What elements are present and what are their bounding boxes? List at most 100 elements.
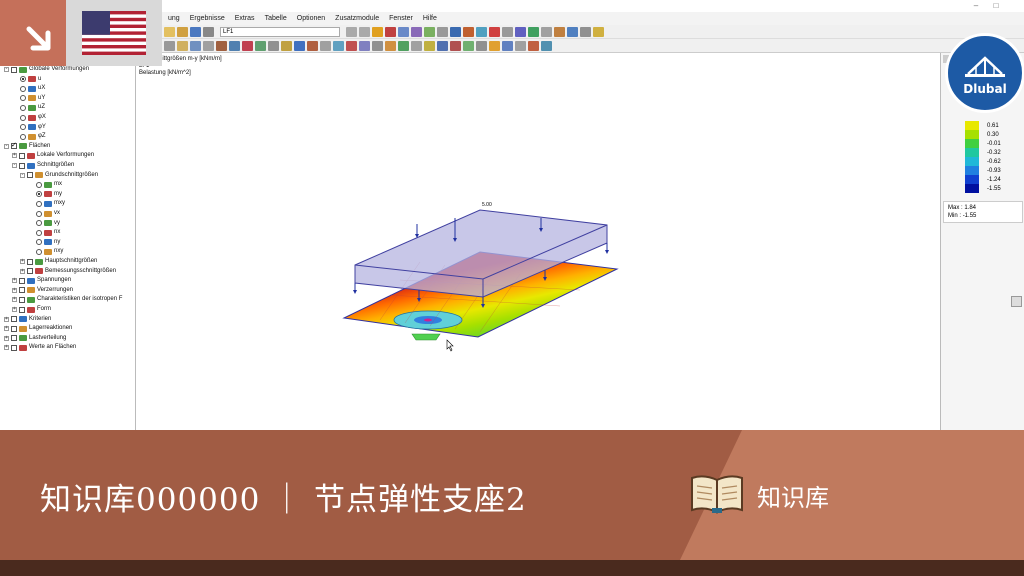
- checkbox[interactable]: [19, 287, 25, 294]
- toolbar-icon[interactable]: [528, 40, 539, 51]
- radio-button[interactable]: [36, 220, 42, 227]
- collapse-icon[interactable]: -: [12, 163, 17, 168]
- select-icon[interactable]: [502, 26, 513, 37]
- open-folder-icon[interactable]: [177, 26, 188, 37]
- zoom-panel-icon[interactable]: [1011, 296, 1022, 307]
- expand-icon[interactable]: +: [20, 268, 25, 274]
- toolbar-icon[interactable]: [424, 40, 435, 51]
- radio-button[interactable]: [20, 133, 26, 140]
- checkbox[interactable]: [19, 296, 25, 303]
- maximize-button[interactable]: □: [986, 0, 1006, 12]
- toolbar-icon[interactable]: [359, 40, 370, 51]
- tree-item[interactable]: vx: [36, 209, 60, 218]
- toolbar-icon[interactable]: [307, 40, 318, 51]
- radio-button[interactable]: [20, 85, 26, 92]
- tree-item[interactable]: + Hauptschnittgrößen: [20, 257, 97, 266]
- menu-item[interactable]: ung: [168, 15, 180, 22]
- checkbox[interactable]: [27, 268, 33, 275]
- toolbar-icon[interactable]: [476, 40, 487, 51]
- collapse-icon[interactable]: -: [20, 172, 25, 178]
- toolbar-icon[interactable]: [242, 40, 253, 51]
- checkbox[interactable]: [19, 277, 25, 284]
- expand-icon[interactable]: +: [12, 153, 17, 159]
- expand-icon[interactable]: +: [12, 278, 17, 284]
- menu-item[interactable]: Optionen: [297, 15, 325, 22]
- calculate-icon[interactable]: [385, 26, 396, 37]
- menu-item[interactable]: Zusatzmodule: [335, 15, 379, 22]
- print-icon[interactable]: [203, 26, 214, 37]
- expand-icon[interactable]: +: [4, 316, 9, 322]
- toolbar-icon[interactable]: [190, 40, 201, 51]
- expand-icon[interactable]: +: [4, 345, 9, 351]
- surface-icon[interactable]: [424, 26, 435, 37]
- tree-item[interactable]: + Verzerrungen: [12, 286, 73, 295]
- expand-icon[interactable]: +: [4, 326, 9, 332]
- toolbar-icon[interactable]: [385, 40, 396, 51]
- toolbar-icon[interactable]: [411, 40, 422, 51]
- expand-icon[interactable]: +: [4, 335, 9, 341]
- tree-item[interactable]: - Grundschnittgrößen: [20, 171, 98, 180]
- menu-item[interactable]: Hilfe: [423, 15, 437, 22]
- radio-button[interactable]: [36, 248, 42, 255]
- checkbox[interactable]: [11, 325, 17, 332]
- grid-icon[interactable]: [515, 26, 526, 37]
- zoom-icon[interactable]: [450, 26, 461, 37]
- checkbox[interactable]: [27, 258, 33, 265]
- radio-button[interactable]: [20, 124, 26, 131]
- next-icon[interactable]: [359, 26, 370, 37]
- toolbar-icon[interactable]: [268, 40, 279, 51]
- checkbox[interactable]: [19, 162, 25, 169]
- nodal-support[interactable]: [411, 333, 441, 341]
- expand-icon[interactable]: +: [20, 259, 25, 264]
- settings-icon[interactable]: [580, 26, 591, 37]
- tree-item[interactable]: uX: [20, 84, 45, 93]
- toolbar-icon[interactable]: [177, 40, 188, 51]
- toolbar-icon[interactable]: [320, 40, 331, 51]
- window-icon[interactable]: [567, 26, 578, 37]
- new-file-icon[interactable]: [164, 26, 175, 37]
- radio-button[interactable]: [20, 76, 26, 83]
- toolbar-icon[interactable]: [515, 40, 526, 51]
- tree-item[interactable]: u: [20, 75, 41, 84]
- tree-item[interactable]: nxy: [36, 247, 63, 256]
- line-icon[interactable]: [541, 26, 552, 37]
- checkbox[interactable]: [11, 316, 17, 323]
- menu-item[interactable]: Tabelle: [265, 15, 287, 22]
- collapse-icon[interactable]: -: [4, 67, 9, 72]
- expand-icon[interactable]: +: [12, 297, 17, 303]
- tree-item[interactable]: vy: [36, 219, 60, 228]
- toolbar-icon[interactable]: [216, 40, 227, 51]
- radio-button[interactable]: [20, 104, 26, 111]
- checkbox[interactable]: [27, 172, 33, 179]
- radio-button[interactable]: [20, 114, 26, 121]
- language-flag-button[interactable]: [66, 0, 162, 66]
- previous-icon[interactable]: [346, 26, 357, 37]
- toolbar-icon[interactable]: [346, 40, 357, 51]
- checkbox[interactable]: [11, 66, 17, 73]
- toolbar-icon[interactable]: [450, 40, 461, 51]
- tree-item[interactable]: + Form: [12, 305, 51, 314]
- radio-button[interactable]: [36, 210, 42, 217]
- radio-button[interactable]: [36, 181, 42, 188]
- checkbox[interactable]: [11, 141, 17, 150]
- toolbar-icon[interactable]: [333, 40, 344, 51]
- tree-item[interactable]: - Flächen: [4, 141, 50, 151]
- render-icon[interactable]: [463, 26, 474, 37]
- tree-item[interactable]: my: [36, 190, 62, 199]
- checkbox[interactable]: [19, 306, 25, 313]
- expand-icon[interactable]: +: [12, 307, 17, 312]
- minimize-button[interactable]: –: [966, 0, 986, 12]
- toolbar-icon[interactable]: [294, 40, 305, 51]
- menu-item[interactable]: Fenster: [389, 15, 413, 22]
- tree-item[interactable]: + Lagerreaktionen: [4, 324, 72, 333]
- toolbar-icon[interactable]: [489, 40, 500, 51]
- tree-item[interactable]: mxy: [36, 199, 65, 208]
- tree-item[interactable]: - Globale Verformungen: [4, 65, 89, 74]
- tree-item[interactable]: + Lokale Verformungen: [12, 151, 94, 160]
- radio-button[interactable]: [36, 229, 42, 236]
- delete-icon[interactable]: [489, 26, 500, 37]
- toolbar-icon[interactable]: [437, 40, 448, 51]
- tree-item[interactable]: + Bemessungsschnittgrößen: [20, 267, 116, 276]
- toolbar-icon[interactable]: [463, 40, 474, 51]
- toolbar-icon[interactable]: [203, 40, 214, 51]
